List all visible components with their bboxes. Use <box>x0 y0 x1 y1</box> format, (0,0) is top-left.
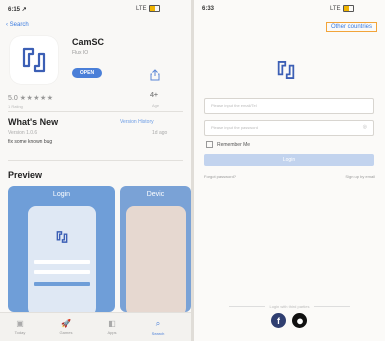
camsc-logo-icon <box>272 56 300 84</box>
screenshot-field <box>34 270 90 274</box>
release-notes: fix some known bug <box>8 139 53 145</box>
email-field[interactable]: Please input the email/Tel <box>204 98 374 114</box>
tab-games[interactable]: 🚀 Games <box>52 319 80 335</box>
screenshot-button <box>34 282 90 286</box>
status-signal: LTE <box>330 5 354 12</box>
rating-count: 1 Rating <box>8 104 23 109</box>
app-store-screen: 6:15 ↗ LTE ‹ Search CamSC Flux IO OPEN 5… <box>0 0 191 341</box>
camsc-logo-icon <box>56 231 68 243</box>
preview-screenshot-1[interactable]: Login <box>8 186 115 312</box>
version-number: Version 1.0.6 <box>8 130 38 136</box>
tab-bar: ▣ Today 🚀 Games ◧ Apps ⌕ Search <box>0 312 191 341</box>
version-history-link[interactable]: Version History <box>120 119 154 125</box>
screenshot-caption: Login <box>52 191 71 198</box>
divider <box>8 111 183 112</box>
search-icon: ⌕ <box>155 319 161 328</box>
status-time: 6:15 ↗ <box>8 7 27 13</box>
games-icon: 🚀 <box>61 319 71 328</box>
back-button[interactable]: ‹ Search <box>6 22 29 28</box>
login-screen: 6:33 LTE Other countries Please input th… <box>194 0 385 341</box>
third-party-label: Login with third parties <box>194 304 385 309</box>
open-button[interactable]: OPEN <box>72 68 102 78</box>
remember-checkbox[interactable] <box>206 141 213 148</box>
developer-name[interactable]: Flux IO <box>72 50 88 56</box>
screenshot-caption: Devic <box>146 191 165 198</box>
update-ago: 1d ago <box>152 130 168 136</box>
facebook-icon[interactable]: f <box>271 313 286 328</box>
rating: 5.0 ★★★★★ <box>8 94 54 102</box>
age-rating: 4+ <box>150 92 158 99</box>
preview-title: Preview <box>8 170 43 180</box>
back-label: Search <box>9 22 29 28</box>
battery-icon <box>148 5 160 12</box>
camsc-logo-icon <box>10 36 58 84</box>
forgot-password-link[interactable]: Forgot password? <box>204 174 236 179</box>
password-field[interactable]: Please input the password ◎ <box>204 120 374 136</box>
tab-today[interactable]: ▣ Today <box>6 319 34 335</box>
whats-new-title: What's New <box>8 117 59 127</box>
today-icon: ▣ <box>16 319 24 328</box>
tab-search[interactable]: ⌕ Search <box>144 319 172 336</box>
battery-icon <box>342 5 354 12</box>
remember-label: Remember Me <box>217 141 251 148</box>
rating-stars: ★★★★★ <box>19 95 54 102</box>
status-time: 6:33 <box>202 6 215 12</box>
rating-value: 5.0 <box>8 95 18 102</box>
other-countries-link[interactable]: Other countries <box>325 22 377 32</box>
eye-icon[interactable]: ◎ <box>363 124 367 130</box>
age-label: Age <box>152 103 160 108</box>
share-icon[interactable] <box>150 68 160 81</box>
signup-link[interactable]: Sign up by email <box>345 174 375 179</box>
apple-icon[interactable] <box>292 313 307 328</box>
email-placeholder: Please input the email/Tel <box>211 103 257 108</box>
apps-icon: ◧ <box>108 319 116 328</box>
remember-me[interactable]: Remember Me <box>206 141 250 148</box>
app-name: CamSC <box>72 37 105 47</box>
preview-screenshot-2[interactable]: Devic <box>120 186 191 312</box>
screenshot-field <box>34 260 90 264</box>
login-button[interactable]: Login <box>204 154 374 166</box>
password-placeholder: Please input the password <box>211 125 258 130</box>
tab-apps[interactable]: ◧ Apps <box>98 319 126 335</box>
screenshot-phone <box>28 206 96 312</box>
divider <box>8 160 183 161</box>
status-signal: LTE <box>136 5 160 12</box>
screenshot-phone <box>126 206 186 312</box>
